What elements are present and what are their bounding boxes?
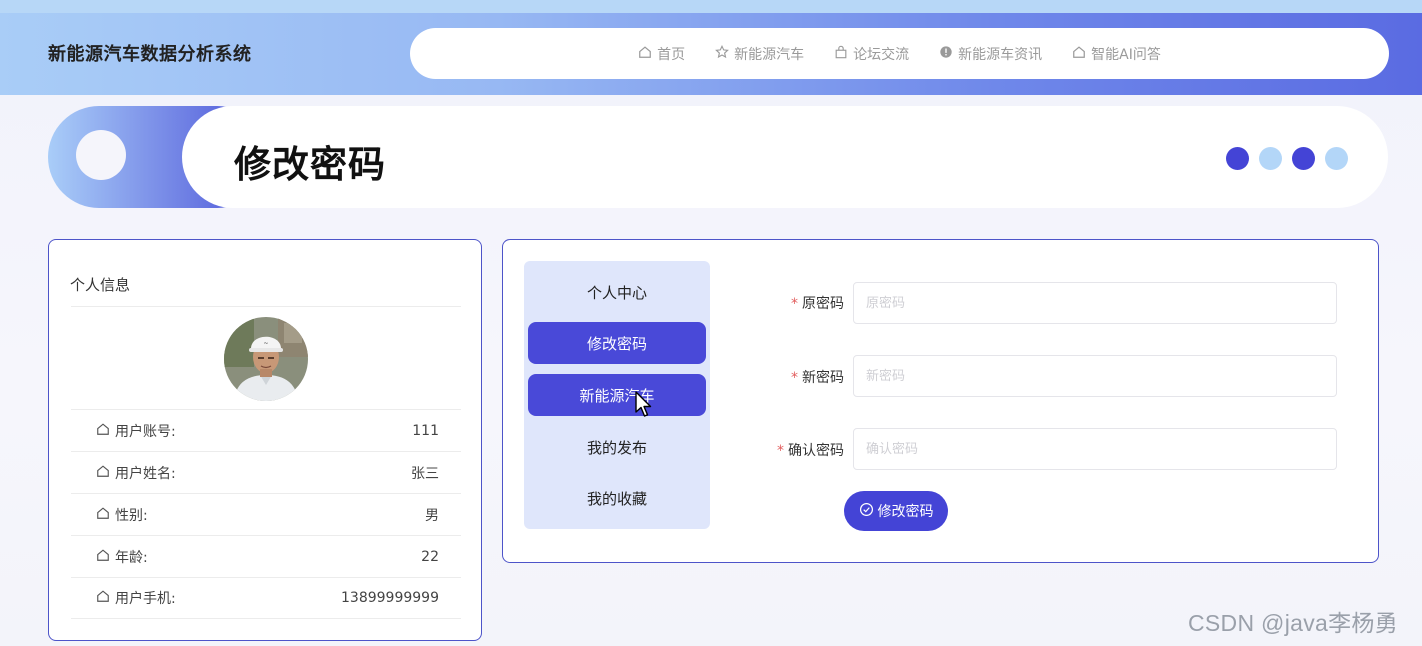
site-title: 新能源汽车数据分析系统 bbox=[48, 44, 252, 65]
profile-row-value: 13899999999 bbox=[341, 590, 439, 606]
profile-row-label: 性别: bbox=[115, 507, 148, 524]
nav-label: 论坛交流 bbox=[853, 46, 910, 63]
profile-row-account: 用户账号: 111 bbox=[71, 409, 461, 451]
profile-row-label: 年龄: bbox=[115, 549, 148, 566]
profile-row-label-wrap: 年龄: bbox=[96, 547, 148, 567]
nav-item-forum[interactable]: 论坛交流 bbox=[834, 44, 909, 64]
nav-item-ev[interactable]: 新能源汽车 bbox=[715, 44, 804, 64]
profile-row-label-wrap: 性别: bbox=[96, 505, 148, 525]
required-mark: * bbox=[777, 443, 784, 459]
banner-circle bbox=[76, 130, 126, 180]
nav-label: 首页 bbox=[657, 46, 686, 63]
nav-label: 智能AI问答 bbox=[1091, 46, 1161, 63]
main-nav: 首页 新能源汽车 论坛交流 新能源车资讯 智能AI问答 bbox=[410, 28, 1389, 79]
check-circle-icon bbox=[859, 502, 874, 521]
new-password-label-text: 新密码 bbox=[802, 370, 844, 386]
new-password-input[interactable] bbox=[853, 355, 1337, 397]
page: 新能源汽车数据分析系统 首页 新能源汽车 论坛交流 新能源车资讯 智能AI问答 bbox=[0, 0, 1422, 646]
home-icon bbox=[638, 45, 652, 63]
home-icon bbox=[96, 506, 110, 524]
profile-row-label-wrap: 用户姓名: bbox=[96, 463, 176, 483]
user-menu: 个人中心 修改密码 新能源汽车 我的发布 我的收藏 bbox=[524, 261, 710, 529]
confirm-password-label-text: 确认密码 bbox=[788, 443, 844, 459]
banner-dot bbox=[1292, 147, 1315, 170]
profile-row-gender: 性别: 男 bbox=[71, 493, 461, 535]
profile-row-label-wrap: 用户账号: bbox=[96, 421, 176, 441]
old-password-input[interactable] bbox=[853, 282, 1337, 324]
profile-row-label-wrap: 用户手机: bbox=[96, 588, 176, 608]
banner-dot bbox=[1226, 147, 1249, 170]
confirm-password-input[interactable] bbox=[853, 428, 1337, 470]
profile-row-value: 男 bbox=[425, 507, 439, 524]
profile-row-value: 22 bbox=[421, 548, 439, 565]
profile-row-name: 用户姓名: 张三 bbox=[71, 451, 461, 493]
home-icon bbox=[1072, 45, 1086, 63]
home-icon bbox=[96, 589, 110, 607]
nav-item-ai[interactable]: 智能AI问答 bbox=[1072, 44, 1161, 64]
profile-row-value: 张三 bbox=[411, 465, 439, 482]
menu-item-my-posts[interactable]: 我的发布 bbox=[528, 426, 706, 468]
svg-text:~: ~ bbox=[263, 340, 268, 347]
nav-item-news[interactable]: 新能源车资讯 bbox=[939, 44, 1042, 64]
profile-row-phone: 用户手机: 13899999999 bbox=[71, 577, 461, 619]
header: 新能源汽车数据分析系统 首页 新能源汽车 论坛交流 新能源车资讯 智能AI问答 bbox=[0, 13, 1422, 95]
menu-item-favorites[interactable]: 我的收藏 bbox=[528, 477, 706, 519]
avatar: ~ bbox=[224, 317, 308, 401]
top-strip bbox=[0, 0, 1422, 13]
profile-card: 个人信息 ~ 用户账号: 111 用户姓名: 张三 性别: 男 年龄: 22 用… bbox=[48, 239, 482, 641]
confirm-password-label: * 确认密码 bbox=[724, 440, 844, 460]
profile-row-label: 用户手机: bbox=[115, 591, 176, 607]
menu-item-change-password[interactable]: 修改密码 bbox=[528, 322, 706, 364]
change-password-button-label: 修改密码 bbox=[877, 504, 934, 520]
old-password-label: * 原密码 bbox=[724, 293, 844, 313]
required-mark: * bbox=[791, 370, 798, 386]
profile-card-title: 个人信息 bbox=[70, 276, 131, 294]
divider bbox=[71, 306, 461, 307]
bag-icon bbox=[834, 45, 848, 63]
old-password-label-text: 原密码 bbox=[802, 296, 844, 312]
menu-item-ev[interactable]: 新能源汽车 bbox=[528, 374, 706, 416]
banner-dots bbox=[1226, 147, 1348, 170]
watermark: CSDN @java李杨勇 bbox=[1188, 610, 1399, 636]
menu-item-profile[interactable]: 个人中心 bbox=[528, 271, 706, 313]
banner-dot bbox=[1325, 147, 1348, 170]
new-password-label: * 新密码 bbox=[724, 367, 844, 387]
info-circle-icon bbox=[939, 45, 953, 63]
star-icon bbox=[715, 44, 730, 63]
page-title: 修改密码 bbox=[234, 143, 386, 186]
home-icon bbox=[96, 548, 110, 566]
profile-row-label: 用户账号: bbox=[115, 423, 176, 440]
mouse-cursor-icon bbox=[634, 391, 654, 419]
nav-label: 新能源车资讯 bbox=[958, 46, 1043, 63]
nav-label: 新能源汽车 bbox=[734, 46, 805, 63]
home-icon bbox=[96, 422, 110, 440]
home-icon bbox=[96, 464, 110, 482]
nav-item-home[interactable]: 首页 bbox=[638, 44, 685, 64]
profile-row-label: 用户姓名: bbox=[115, 465, 176, 482]
profile-row-value: 111 bbox=[412, 422, 439, 439]
profile-row-age: 年龄: 22 bbox=[71, 535, 461, 577]
change-password-button[interactable]: 修改密码 bbox=[844, 491, 948, 531]
required-mark: * bbox=[791, 296, 798, 312]
banner-dot bbox=[1259, 147, 1282, 170]
